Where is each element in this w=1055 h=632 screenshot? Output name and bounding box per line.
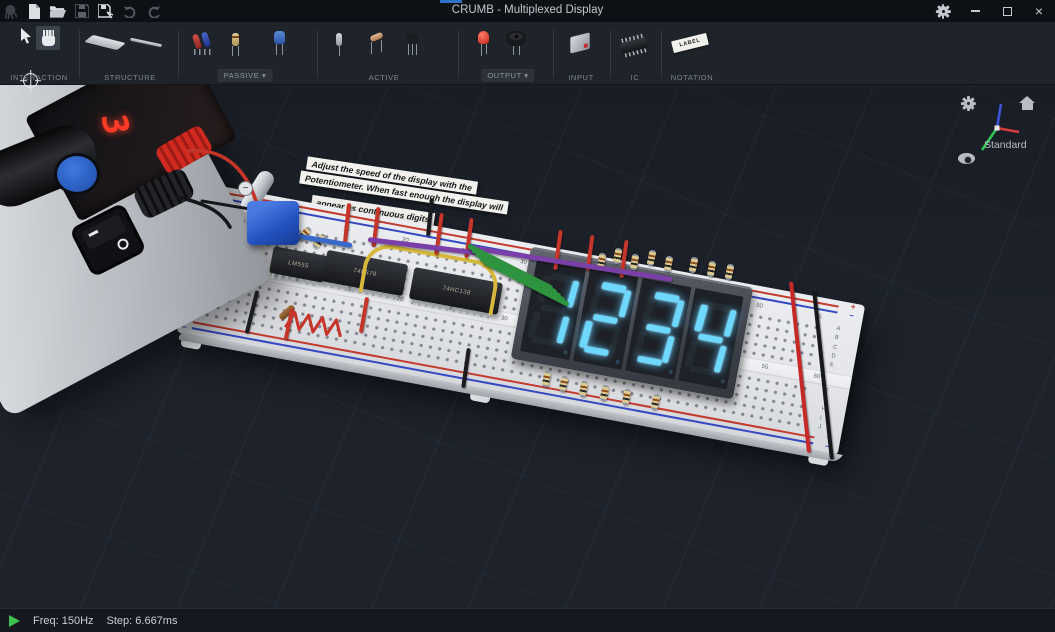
transistor-tool[interactable] [406,33,419,43]
resistor[interactable] [724,263,734,280]
buzzer-tool[interactable] [506,31,526,46]
component-toolbar: INTERACTION STRUCTURE PASSIVE ▾ [0,22,1055,85]
label-tag-icon: LABEL [671,33,709,53]
resistor-tool[interactable] [232,33,239,46]
section-ic: IC [614,22,656,85]
section-output: OUTPUT ▾ [468,22,548,85]
section-active: ACTIVE [328,22,440,85]
play-simulation-button[interactable] [9,615,20,627]
resistor-pack-tool[interactable] [192,32,212,50]
section-label: IC [614,73,656,82]
resistor[interactable] [707,261,717,278]
transistor-icon [406,33,419,43]
output-dropdown[interactable]: OUTPUT ▾ [481,69,534,82]
capacitor-icon [274,31,285,44]
title-accent-strip [440,0,462,3]
row-letters-right-upper: ABCDE [829,325,841,371]
section-interaction: INTERACTION [6,22,72,85]
select-arrow-tool[interactable] [19,28,33,45]
potentiometer-adjust-handle[interactable]: − [238,181,253,196]
chevron-down-icon: ▾ [524,71,528,80]
board-foot [469,387,491,403]
title-bar: CRUMB - Multiplexed Display × [0,0,1055,22]
minus-mark: − [848,312,854,321]
led-icon [478,31,489,44]
close-button[interactable]: × [1023,0,1055,22]
section-passive: PASSIVE ▾ [184,22,306,85]
wire-tool[interactable] [130,41,162,44]
diode-tool[interactable] [370,34,383,40]
scene-viewport[interactable]: 3 Adjust the speed of the display with t… [0,85,1055,608]
board-label: J [817,423,823,433]
board-foot [808,450,830,466]
window-title: CRUMB - Multiplexed Display [0,4,1055,16]
display-digit-4 [683,301,738,377]
psu-display-value: 3 [92,112,137,136]
potentiometer[interactable] [247,201,299,245]
switch-icon [570,32,589,53]
buzzer-icon [506,31,526,46]
dip-chip-tool[interactable] [621,40,647,51]
glass-diode-icon [336,33,342,46]
section-label: INPUT [558,73,604,82]
resistor-icon [232,33,239,46]
breadboard-icon [84,35,126,50]
eye-visibility-icon[interactable] [958,153,975,164]
switch-off-mark [116,237,131,252]
label-tag-tool[interactable]: LABEL [672,37,708,49]
breadboard-tool[interactable] [88,38,122,47]
frequency-readout: Freq: 150Hz [33,615,94,627]
section-structure: STRUCTURE [84,22,176,85]
passive-dropdown[interactable]: PASSIVE ▾ [218,69,273,82]
section-label: INTERACTION [6,73,72,82]
timestep-readout: Step: 6.667ms [107,615,178,627]
capacitor-tool[interactable] [274,31,285,44]
section-notation: LABEL NOTATION [666,22,718,85]
section-input: INPUT [558,22,604,85]
section-label: ACTIVE [328,73,440,82]
resistor[interactable] [646,249,656,266]
wire-icon [130,38,162,48]
settings-gear-icon[interactable] [927,0,959,22]
led-tool[interactable] [478,31,489,44]
switch-tool[interactable] [570,35,590,51]
camera-preset-label[interactable]: Standard [984,139,1027,151]
section-label: NOTATION [666,73,718,82]
display-digit-3 [631,291,686,367]
minimize-button[interactable] [959,0,991,22]
resistor[interactable] [688,256,698,273]
psu-leads [150,105,450,285]
app-window: CRUMB - Multiplexed Display × INTERACTIO… [0,0,1055,632]
section-label: STRUCTURE [84,73,176,82]
display-digit-2 [578,281,633,357]
board-label: E [829,361,835,371]
status-bar: Freq: 150Hz Step: 6.667ms [0,608,1055,632]
glass-diode-tool[interactable] [336,33,342,46]
chevron-down-icon: ▾ [262,71,266,80]
hand-tool-selected[interactable] [36,26,60,50]
psu-knob-face[interactable] [54,153,100,195]
maximize-button[interactable] [991,0,1023,22]
resistor-pack-icon [192,32,212,50]
board-foot [180,334,202,350]
hand-icon [42,36,55,46]
dip-chip-icon [620,37,648,54]
